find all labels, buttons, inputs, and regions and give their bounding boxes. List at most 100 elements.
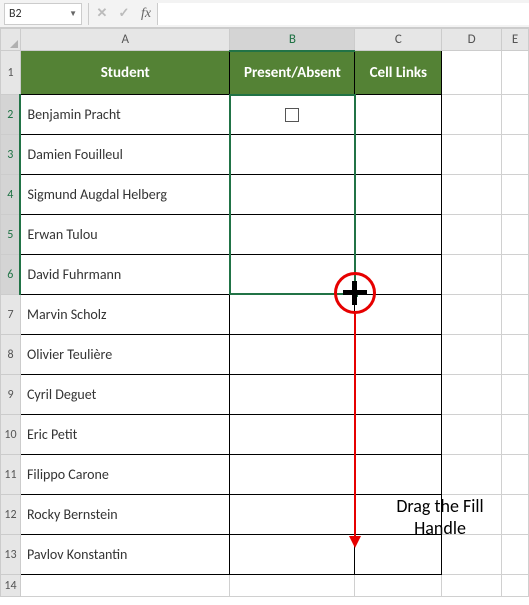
cell-c3[interactable] [355, 135, 442, 175]
student-name[interactable]: Pavlov Konstantin [20, 535, 230, 575]
student-name[interactable]: Filippo Carone [20, 455, 230, 495]
row-7: 7 Marvin Scholz [1, 295, 529, 335]
cell-d14[interactable] [442, 575, 502, 597]
row-header[interactable]: 8 [1, 335, 21, 375]
name-box[interactable]: B2 ▼ [4, 3, 82, 25]
col-header-c[interactable]: C [355, 29, 442, 51]
cell-c10[interactable] [355, 415, 442, 455]
cell-c5[interactable] [355, 215, 442, 255]
cell-e9[interactable] [502, 375, 529, 415]
cell-e2[interactable] [502, 95, 529, 135]
row-header[interactable]: 7 [1, 295, 21, 335]
col-header-a[interactable]: A [20, 29, 230, 51]
student-name[interactable]: Cyril Deguet [20, 375, 230, 415]
cell-e11[interactable] [502, 455, 529, 495]
row-header[interactable]: 1 [1, 51, 21, 95]
row-header[interactable]: 9 [1, 375, 21, 415]
cell-d1[interactable] [442, 51, 502, 95]
cell-b10[interactable] [230, 415, 355, 455]
row-header[interactable]: 3 [1, 135, 21, 175]
student-name[interactable]: Sigmund Augdal Helberg [20, 175, 230, 215]
cell-e8[interactable] [502, 335, 529, 375]
student-name[interactable]: Benjamin Pracht [20, 95, 230, 135]
cell-c9[interactable] [355, 375, 442, 415]
cell-d10[interactable] [442, 415, 502, 455]
row-header[interactable]: 10 [1, 415, 21, 455]
student-name[interactable]: Rocky Bernstein [20, 495, 230, 535]
cell-d7[interactable] [442, 295, 502, 335]
cell-d2[interactable] [442, 95, 502, 135]
cell-e5[interactable] [502, 215, 529, 255]
select-all-corner[interactable] [1, 29, 21, 51]
cell-b6[interactable] [230, 255, 355, 295]
cell-c13[interactable] [355, 535, 442, 575]
row-header[interactable]: 2 [1, 95, 21, 135]
cell-b3[interactable] [230, 135, 355, 175]
cell-d4[interactable] [442, 175, 502, 215]
cell-c2[interactable] [355, 95, 442, 135]
col-header-b[interactable]: B [230, 29, 355, 51]
cell-d8[interactable] [442, 335, 502, 375]
name-box-value: B2 [9, 7, 22, 21]
fx-icon[interactable]: fx [135, 6, 157, 22]
cell-c4[interactable] [355, 175, 442, 215]
row-header[interactable]: 14 [1, 575, 21, 597]
cell-e14[interactable] [502, 575, 529, 597]
cell-d11[interactable] [442, 455, 502, 495]
row-2: 2 Benjamin Pracht [1, 95, 529, 135]
row-header[interactable]: 13 [1, 535, 21, 575]
row-header[interactable]: 4 [1, 175, 21, 215]
student-name[interactable]: Eric Petit [20, 415, 230, 455]
cell-e3[interactable] [502, 135, 529, 175]
cancel-icon: ✕ [91, 3, 113, 25]
cell-d5[interactable] [442, 215, 502, 255]
header-links[interactable]: Cell Links [355, 51, 442, 95]
cell-b8[interactable] [230, 335, 355, 375]
header-student[interactable]: Student [20, 51, 230, 95]
cell-d9[interactable] [442, 375, 502, 415]
cell-e12[interactable] [502, 495, 529, 535]
student-name[interactable]: Damien Fouilleul [20, 135, 230, 175]
cell-b7[interactable] [230, 295, 355, 335]
row-header[interactable]: 11 [1, 455, 21, 495]
row-header[interactable]: 12 [1, 495, 21, 535]
cell-d13[interactable] [442, 535, 502, 575]
row-4: 4 Sigmund Augdal Helberg [1, 175, 529, 215]
cell-e1[interactable] [502, 51, 529, 95]
attendance-checkbox[interactable] [285, 108, 299, 122]
cell-d6[interactable] [442, 255, 502, 295]
row-header[interactable]: 6 [1, 255, 21, 295]
cell-b14[interactable] [230, 575, 355, 597]
fill-handle[interactable] [351, 290, 359, 298]
student-name[interactable]: David Fuhrmann [20, 255, 230, 295]
cell-a14[interactable] [20, 575, 230, 597]
row-header[interactable]: 5 [1, 215, 21, 255]
student-name[interactable]: Marvin Scholz [20, 295, 230, 335]
header-present[interactable]: Present/Absent [230, 51, 355, 95]
cell-b4[interactable] [230, 175, 355, 215]
cell-c7[interactable] [355, 295, 442, 335]
cell-b12[interactable] [230, 495, 355, 535]
cell-b5[interactable] [230, 215, 355, 255]
cell-e13[interactable] [502, 535, 529, 575]
cell-d3[interactable] [442, 135, 502, 175]
col-header-d[interactable]: D [442, 29, 502, 51]
cell-c11[interactable] [355, 455, 442, 495]
annotation-line1: Drag the Fill [375, 496, 505, 518]
formula-input[interactable] [157, 3, 529, 25]
cell-e7[interactable] [502, 295, 529, 335]
cell-c8[interactable] [355, 335, 442, 375]
name-box-dropdown-icon[interactable]: ▼ [69, 9, 77, 19]
cell-e10[interactable] [502, 415, 529, 455]
cell-b11[interactable] [230, 455, 355, 495]
cell-b9[interactable] [230, 375, 355, 415]
student-name[interactable]: Erwan Tulou [20, 215, 230, 255]
col-header-e[interactable]: E [502, 29, 529, 51]
cell-c14[interactable] [355, 575, 442, 597]
cell-c6[interactable] [355, 255, 442, 295]
student-name[interactable]: Olivier Teulière [20, 335, 230, 375]
cell-b13[interactable] [230, 535, 355, 575]
row-5: 5 Erwan Tulou [1, 215, 529, 255]
cell-e4[interactable] [502, 175, 529, 215]
cell-e6[interactable] [502, 255, 529, 295]
